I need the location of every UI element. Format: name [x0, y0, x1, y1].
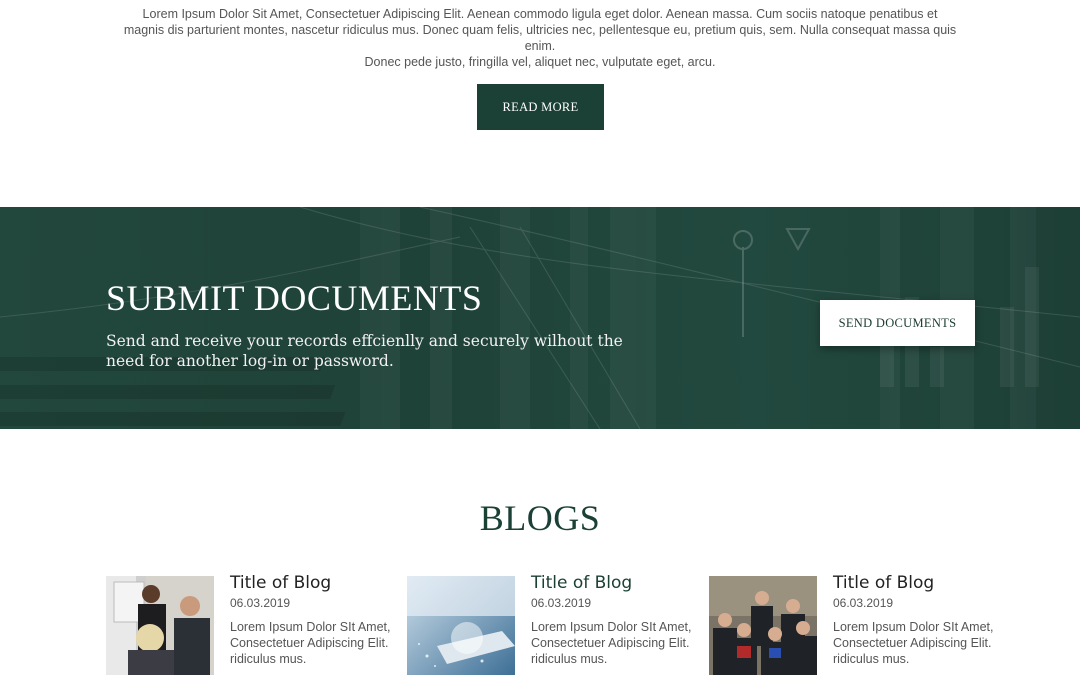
- blog-body: Title of Blog 06.03.2019 Lorem Ipsum Dol…: [531, 571, 701, 667]
- blogs-heading: BLOGS: [479, 498, 601, 538]
- blog-excerpt: Lorem Ipsum Dolor SIt Amet, Consectetuer…: [230, 620, 391, 666]
- blog-body: Title of Blog 06.03.2019 Lorem Ipsum Dol…: [230, 571, 400, 667]
- banner-description: Send and receive your records effcienlly…: [106, 332, 623, 370]
- blog-body: Title of Blog 06.03.2019 Lorem Ipsum Dol…: [833, 571, 1003, 667]
- blog-thumbnail-meeting[interactable]: [106, 576, 214, 675]
- read-more-button[interactable]: READ MORE: [477, 84, 604, 130]
- banner-title: SUBMIT DOCUMENTS: [106, 278, 483, 318]
- blog-date: 06.03.2019: [531, 596, 592, 610]
- intro-line: Donec pede justo, fringilla vel, aliquet…: [364, 55, 716, 69]
- blog-date: 06.03.2019: [833, 596, 894, 610]
- blog-title-link[interactable]: Title of Blog: [531, 571, 701, 595]
- submit-documents-banner: SUBMIT DOCUMENTS Send and receive your r…: [0, 207, 1080, 429]
- blog-excerpt: Lorem Ipsum Dolor SIt Amet, Consectetuer…: [833, 620, 994, 666]
- blog-excerpt: Lorem Ipsum Dolor SIt Amet, Consectetuer…: [531, 620, 692, 666]
- blog-card: Title of Blog 06.03.2019 Lorem Ipsum Dol…: [709, 573, 1009, 676]
- blog-title-link[interactable]: Title of Blog: [833, 571, 1003, 595]
- blog-card: Title of Blog 06.03.2019 Lorem Ipsum Dol…: [106, 573, 406, 676]
- blog-title-link[interactable]: Title of Blog: [230, 571, 400, 595]
- blog-date: 06.03.2019: [230, 596, 291, 610]
- blog-thumbnail-laptop[interactable]: [407, 576, 515, 675]
- blog-thumbnail-team[interactable]: [709, 576, 817, 675]
- intro-line: Lorem Ipsum Dolor Sit Amet, Consectetuer…: [142, 7, 938, 21]
- intro-paragraph: Lorem Ipsum Dolor Sit Amet, Consectetuer…: [110, 6, 970, 70]
- blog-card: Title of Blog 06.03.2019 Lorem Ipsum Dol…: [407, 573, 707, 676]
- send-documents-button[interactable]: SEND DOCUMENTS: [820, 300, 975, 346]
- intro-line: magnis dis parturient montes, nascetur r…: [123, 23, 957, 53]
